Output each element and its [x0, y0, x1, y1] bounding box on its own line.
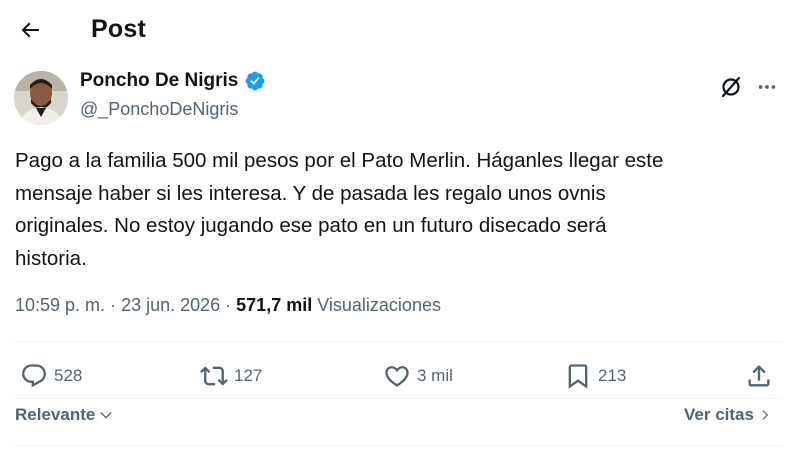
bookmark-button[interactable]: 213	[564, 358, 626, 394]
bookmark-count: 213	[598, 366, 627, 385]
like-button[interactable]: 3 mil	[383, 358, 453, 394]
meta-separator: ·	[110, 295, 117, 315]
post-meta: 10:59 p. m. · 23 jun. 2026 · 571,7 mil V…	[15, 295, 441, 316]
grok-icon	[721, 76, 741, 98]
reply-button[interactable]: 528	[20, 358, 82, 394]
divider	[15, 341, 782, 342]
post-time[interactable]: 10:59 p. m.	[15, 295, 105, 316]
post-text: Pago a la familia 500 mil pesos por el P…	[15, 149, 664, 270]
meta-separator: ·	[225, 295, 232, 315]
sort-replies-dropdown[interactable]: Relevante	[15, 405, 114, 425]
views-count: 571,7 mil	[236, 295, 313, 315]
grok-button[interactable]	[716, 72, 746, 102]
top-bar: Post	[0, 0, 805, 60]
reply-icon	[22, 364, 46, 388]
reply-count: 528	[54, 366, 83, 385]
like-count: 3 mil	[417, 366, 453, 385]
repost-count: 127	[234, 366, 263, 385]
page-title: Post	[91, 15, 146, 43]
arrow-left-icon	[21, 22, 39, 38]
view-quotes-link[interactable]: Ver citas	[684, 405, 772, 425]
author-handle[interactable]: @_PonchoDeNigris	[80, 99, 238, 120]
avatar-image	[14, 71, 68, 125]
post-date[interactable]: 23 jun. 2026	[121, 295, 220, 316]
back-button[interactable]	[14, 14, 46, 46]
divider	[15, 398, 782, 399]
repost-button[interactable]: 127	[200, 358, 262, 394]
chevron-right-icon	[762, 410, 769, 420]
action-bar: 528 127 3 mil 213	[0, 358, 805, 394]
views-label: Visualizaciones	[317, 295, 441, 315]
more-horizontal-icon	[758, 85, 776, 89]
sort-label: Relevante	[15, 405, 96, 424]
repost-icon	[200, 366, 228, 386]
avatar[interactable]	[14, 71, 68, 125]
author-name-row[interactable]: Poncho De Nigris	[80, 70, 266, 92]
share-button[interactable]	[745, 358, 773, 394]
divider	[15, 445, 782, 446]
view-quotes-label: Ver citas	[684, 405, 754, 424]
share-icon	[748, 365, 770, 387]
chevron-down-icon	[100, 412, 112, 419]
author-name[interactable]: Poncho De Nigris	[80, 70, 238, 92]
heart-icon	[385, 366, 409, 387]
bookmark-icon	[568, 364, 588, 389]
verified-badge-icon	[245, 71, 265, 91]
more-options-button[interactable]	[752, 72, 782, 102]
